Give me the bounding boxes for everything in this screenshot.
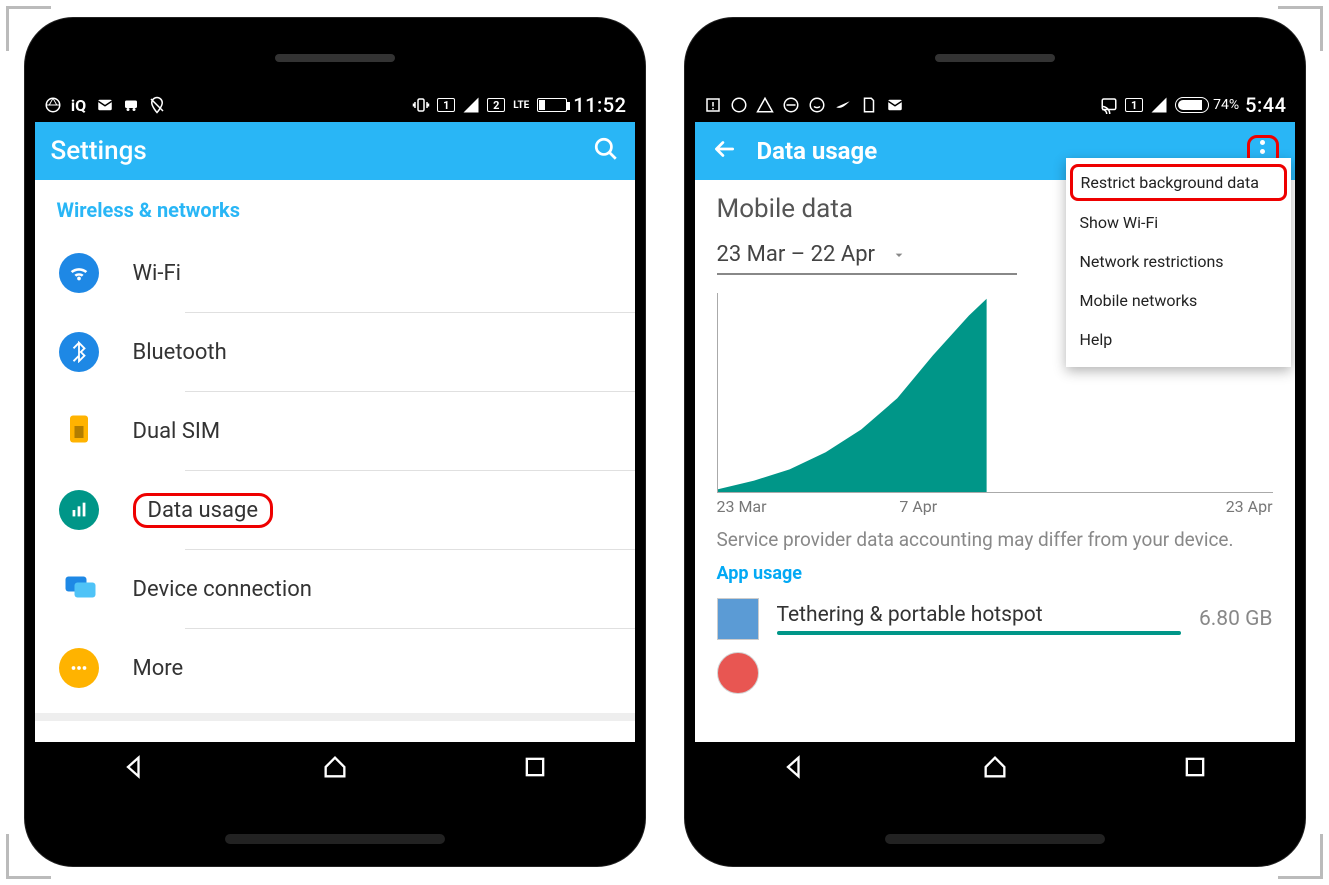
status-time: 11:52 (573, 93, 626, 117)
settings-item-label: More (133, 656, 184, 681)
warning-icon (755, 95, 775, 115)
mail-icon (95, 95, 115, 115)
period-dropdown[interactable]: 23 Mar – 22 Apr (717, 242, 1017, 275)
signal-icon (1149, 95, 1169, 115)
settings-item-cast[interactable]: Device connection (35, 550, 635, 628)
alert-icon (703, 95, 723, 115)
nav-back-icon[interactable] (121, 753, 149, 785)
menu-item[interactable]: Restrict background data (1070, 164, 1287, 201)
chart-label: 23 Apr (1226, 497, 1273, 516)
app-row-peek[interactable] (695, 646, 1295, 700)
settings-item-label: Wi-Fi (133, 261, 181, 286)
menu-item[interactable]: Mobile networks (1066, 281, 1291, 320)
file-icon (859, 95, 879, 115)
mail-icon (885, 95, 905, 115)
iq-icon: iQ (69, 95, 89, 115)
battery-icon: 74% (1175, 97, 1239, 113)
status-bar: 1 74% 5:44 (695, 88, 1295, 122)
lte-icon: LTE (511, 95, 531, 115)
phone-home-pill (225, 834, 445, 844)
chart-label: 23 Mar (717, 497, 767, 516)
menu-item[interactable]: Show Wi-Fi (1066, 203, 1291, 242)
settings-item-data[interactable]: Data usage (35, 471, 635, 549)
phone-right: 1 74% 5:44 Data usage Restrict backgroun… (685, 18, 1305, 866)
settings-item-label: Bluetooth (133, 340, 227, 365)
data-icon (59, 490, 99, 530)
appbar-title: Settings (51, 136, 573, 166)
settings-item-wifi[interactable]: Wi-Fi (35, 234, 635, 312)
nav-bar (695, 742, 1295, 796)
settings-item-label: Dual SIM (133, 419, 221, 444)
phone-speaker (935, 54, 1055, 62)
nav-recents-icon[interactable] (1181, 753, 1209, 785)
app-icon (717, 652, 759, 694)
nav-home-icon[interactable] (321, 753, 349, 785)
nav-back-icon[interactable] (781, 753, 809, 785)
sim1-icon: 1 (437, 98, 455, 112)
nav-recents-icon[interactable] (521, 753, 549, 785)
vibrate-icon (411, 95, 431, 115)
dnd-icon (781, 95, 801, 115)
settings-item-label: Data usage (133, 493, 274, 528)
dropdown-icon (891, 247, 907, 263)
app-name: Tethering & portable hotspot (777, 603, 1181, 627)
nike-icon (833, 95, 853, 115)
period-label: 23 Mar – 22 Apr (717, 242, 876, 267)
phone-speaker (275, 54, 395, 62)
sim2-icon: 2 (487, 98, 505, 112)
battery-icon (537, 98, 567, 112)
sim-icon (61, 411, 97, 451)
app-icon (717, 598, 759, 640)
section-header: Wireless & networks (35, 180, 635, 234)
disclaimer-text: Service provider data accounting may dif… (695, 516, 1295, 563)
app-size: 6.80 GB (1199, 607, 1273, 631)
settings-item-more[interactable]: More (35, 629, 635, 707)
bus-icon (121, 95, 141, 115)
chart-label: 7 Apr (899, 497, 937, 516)
app-bar: Data usage Restrict background dataShow … (695, 122, 1295, 180)
app-usage-bar (777, 631, 1181, 635)
battery-percent: 74% (1213, 97, 1239, 113)
nav-bar (35, 742, 635, 796)
search-icon[interactable] (593, 136, 619, 166)
screen-right: 1 74% 5:44 Data usage Restrict backgroun… (695, 88, 1295, 796)
nav-home-icon[interactable] (981, 753, 1009, 785)
overflow-menu: Restrict background dataShow Wi-FiNetwor… (1066, 158, 1291, 367)
sim1-icon: 1 (1125, 98, 1143, 112)
screen-left: iQ 1 2 LTE 11:52 Settings Wireless & n (35, 88, 635, 796)
menu-item[interactable]: Network restrictions (1066, 242, 1291, 281)
settings-item-bluetooth[interactable]: Bluetooth (35, 313, 635, 391)
settings-item-sim[interactable]: Dual SIM (35, 392, 635, 470)
status-time: 5:44 (1245, 93, 1286, 117)
aperture-icon (43, 95, 63, 115)
wifi-icon (59, 253, 99, 293)
app-usage-header: App usage (695, 563, 1295, 592)
app-usage-row[interactable]: Tethering & portable hotspot 6.80 GB (695, 592, 1295, 646)
aperture-icon (729, 95, 749, 115)
phone-left: iQ 1 2 LTE 11:52 Settings Wireless & n (25, 18, 645, 866)
section-header-peek: Device (35, 721, 635, 742)
settings-item-label: Device connection (133, 577, 312, 602)
settings-content[interactable]: Wireless & networks Wi-Fi Bluetooth Dual S… (35, 180, 635, 742)
cast-icon (61, 569, 97, 609)
cast-icon (1099, 95, 1119, 115)
bluetooth-icon (59, 332, 99, 372)
signal-icon (461, 95, 481, 115)
status-bar: iQ 1 2 LTE 11:52 (35, 88, 635, 122)
location-off-icon (147, 95, 167, 115)
app-bar: Settings (35, 122, 635, 180)
whatsapp-icon (807, 95, 827, 115)
back-icon[interactable] (711, 136, 737, 166)
chart-x-labels: 23 Mar 7 Apr 23 Apr (717, 497, 1273, 516)
menu-item[interactable]: Help (1066, 320, 1291, 359)
phone-home-pill (885, 834, 1105, 844)
more-icon (59, 648, 99, 688)
